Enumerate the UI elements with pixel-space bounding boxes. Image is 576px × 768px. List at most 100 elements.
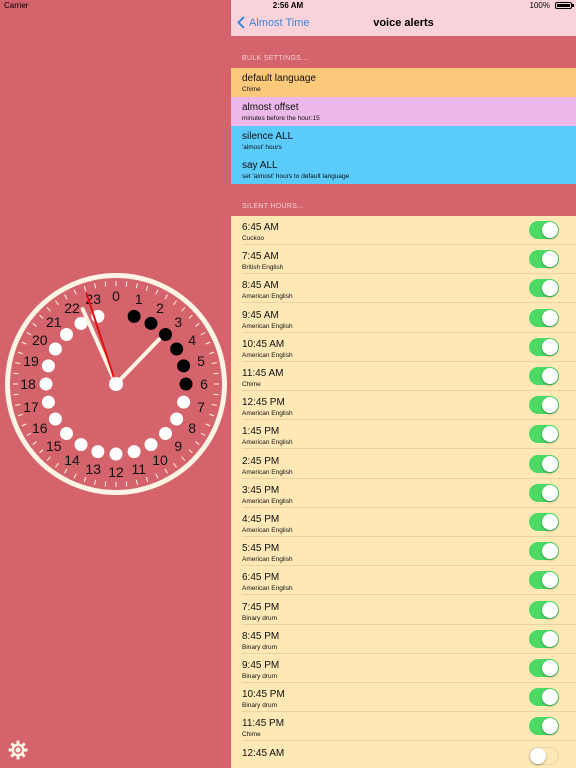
hour-toggle[interactable] <box>529 337 559 356</box>
hour-toggle[interactable] <box>529 513 559 531</box>
silent-hour-row: 10:45 PM Binary drum <box>231 683 576 713</box>
hour-toggle[interactable] <box>529 279 559 298</box>
hour-dot <box>127 309 141 323</box>
bulk-setting-title: almost offset <box>242 102 299 113</box>
clock-hour-number: 2 <box>156 300 164 316</box>
toggle-knob <box>530 747 546 764</box>
clock-hour-number: 15 <box>46 438 62 454</box>
bulk-settings-header: BULK SETTINGS... <box>242 55 308 62</box>
back-button-label: Almost Time <box>249 16 310 29</box>
hour-time-label: 7:45 PM <box>242 601 280 613</box>
hour-voice-label: British English <box>242 264 284 272</box>
hour-dot <box>177 359 191 373</box>
bulk-setting-row[interactable]: almost offset minutes before the hour:15 <box>231 97 576 126</box>
hour-toggle[interactable] <box>529 542 559 561</box>
hour-time-label: 12:45 AM <box>242 747 285 759</box>
toggle-knob <box>542 484 558 501</box>
silent-hour-row: 4:45 PM American English <box>231 508 576 537</box>
toggle-knob <box>542 660 558 676</box>
hour-voice-label: American English <box>242 468 293 476</box>
hour-time-label: 5:45 PM <box>242 543 280 555</box>
bulk-setting-title: say ALL <box>242 160 278 171</box>
silent-hour-row: 12:45 AM <box>231 742 576 768</box>
hour-toggle[interactable] <box>529 396 559 415</box>
hour-time-label: 1:45 PM <box>242 426 280 438</box>
hour-voice-label: Binary drum <box>242 643 278 651</box>
hour-time-label: 11:45 PM <box>242 718 285 730</box>
silent-hour-row: 7:45 PM Binary drum <box>231 596 576 625</box>
silent-hour-row: 11:45 AM Chime <box>231 362 576 391</box>
silent-hour-row: 1:45 PM American English <box>231 420 576 450</box>
bulk-setting-title: default language <box>242 73 316 84</box>
status-bar: Carrier 2:56 AM 100% <box>0 0 576 12</box>
bulk-setting-row[interactable]: say ALL set 'almost' hours to default lan… <box>231 155 576 184</box>
clock-hour-number: 1 <box>135 291 143 307</box>
hour-voice-label: Binary drum <box>242 702 278 710</box>
hour-time-label: 11:45 AM <box>242 368 284 379</box>
gear-icon <box>8 740 28 760</box>
hour-time-label: 8:45 AM <box>242 280 279 292</box>
clock-pane: 0 1 2 3 4 5 6 7 8 9 10 11 12 13 14 15 16 17 18 19 20 21 22 23 <box>0 0 231 768</box>
clock-hour-number: 20 <box>32 332 48 348</box>
hour-voice-label: Binary drum <box>242 614 278 622</box>
hour-dot <box>74 438 88 452</box>
hour-voice-label: American English <box>242 556 293 564</box>
bulk-setting-row[interactable]: silence ALL 'almost' hours <box>231 126 576 155</box>
status-time: 2:56 AM <box>272 1 304 10</box>
hour-toggle[interactable] <box>529 717 559 736</box>
battery-percent: 100% <box>529 1 550 10</box>
hour-toggle[interactable] <box>529 367 559 385</box>
clock-hour-number: 6 <box>200 376 208 392</box>
clock-tick <box>13 372 19 375</box>
clock-tick <box>213 372 219 375</box>
clock-tick <box>125 481 128 487</box>
hour-toggle[interactable] <box>529 425 559 444</box>
hour-toggle[interactable] <box>529 600 559 619</box>
hour-voice-label: American English <box>242 439 293 447</box>
toggle-knob <box>542 280 558 297</box>
toggle-knob <box>542 426 558 443</box>
hour-time-label: 3:45 PM <box>242 484 280 496</box>
hour-time-label: 12:45 PM <box>242 397 285 409</box>
hour-dot <box>48 342 62 356</box>
hour-dot <box>170 412 184 426</box>
clock-hour-number: 11 <box>132 461 147 477</box>
clock-hour-number: 21 <box>46 314 62 330</box>
silent-hour-row: 6:45 AM Cuckoo <box>231 216 576 245</box>
hour-toggle[interactable] <box>529 659 559 677</box>
hour-dot <box>158 426 172 440</box>
hour-toggle[interactable] <box>529 746 559 765</box>
hour-toggle[interactable] <box>529 250 559 269</box>
hour-voice-label: Cuckoo <box>242 235 265 242</box>
hour-dot <box>60 426 74 440</box>
clock-hour-number: 14 <box>64 452 80 468</box>
clock-hour-number: 22 <box>64 300 80 316</box>
hour-time-label: 4:45 PM <box>242 514 280 525</box>
hour-toggle[interactable] <box>529 688 559 707</box>
hour-voice-label: American English <box>242 293 293 301</box>
bulk-setting-subtitle: Chime <box>242 86 261 93</box>
bulk-setting-title: silence ALL <box>242 131 294 142</box>
hour-dot <box>177 395 191 409</box>
hour-time-label: 7:45 AM <box>242 251 279 263</box>
hour-toggle[interactable] <box>529 571 559 590</box>
hour-toggle[interactable] <box>529 221 559 239</box>
back-button[interactable]: Almost Time <box>237 16 310 29</box>
hour-toggle[interactable] <box>529 454 559 473</box>
hour-dot <box>170 342 184 356</box>
toggle-knob <box>542 514 558 530</box>
toggle-knob <box>542 455 558 472</box>
bulk-setting-row[interactable]: default language Chime <box>231 68 576 97</box>
clock-tick <box>213 393 219 396</box>
silent-hour-row: 7:45 AM British English <box>231 245 576 275</box>
hour-toggle[interactable] <box>529 629 559 648</box>
clock-center-pin <box>109 377 123 391</box>
toggle-knob <box>542 543 558 560</box>
silent-hour-row: 11:45 PM Chime <box>231 712 576 742</box>
hour-toggle[interactable] <box>529 483 559 502</box>
hour-toggle[interactable] <box>529 308 559 327</box>
silent-hour-row: 9:45 PM Binary drum <box>231 654 576 683</box>
bulk-setting-subtitle: 'almost' hours <box>242 144 282 151</box>
settings-button[interactable] <box>8 740 28 760</box>
hour-time-label: 2:45 PM <box>242 455 280 467</box>
